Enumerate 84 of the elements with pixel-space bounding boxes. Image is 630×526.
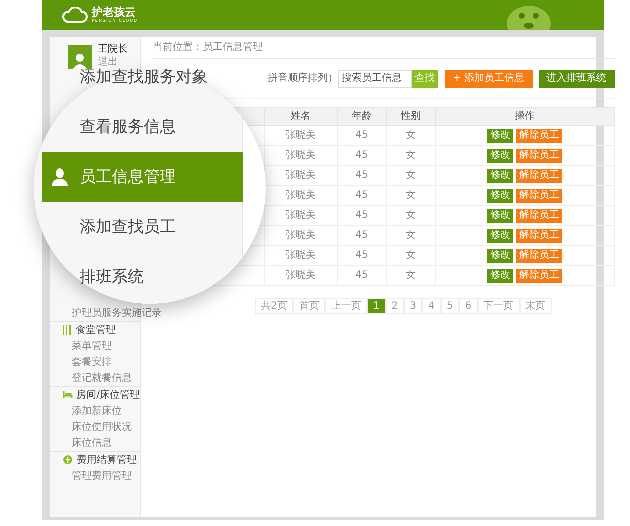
sidebar-item[interactable]: 菜单管理 [72,338,112,354]
edit-button[interactable]: 修改 [487,268,514,282]
sidebar-item[interactable]: 管理费用管理 [72,468,132,484]
sidebar-item[interactable]: 登记就餐信息 [72,370,132,386]
table-cell: 张晓美 [264,246,338,266]
table-cell: 张晓美 [264,126,338,146]
page-button[interactable]: 下一页 [478,298,520,314]
table-cell: 张晓美 [264,226,338,246]
sidebar-menu-item[interactable]: 添加查找服务对象 [42,66,208,88]
table-cell: 45 [337,146,386,166]
page-button[interactable]: 上一页 [325,298,368,314]
search-button[interactable]: 查找 [412,70,438,88]
table-cell: 45 [337,226,386,246]
action-button[interactable]: + 添加员工信息 [445,70,533,88]
edit-button[interactable]: 修改 [487,248,514,262]
sidebar-item[interactable]: 添加新床位 [72,404,122,418]
avatar-icon [68,44,92,68]
table-cell: 45 [337,266,386,286]
edit-button[interactable]: 修改 [487,208,514,222]
sidebar-item[interactable]: 床位使用状况 [72,420,132,434]
utensils-icon [63,325,72,335]
page-button[interactable]: 5 [440,298,460,314]
table-cell: 45 [337,206,386,226]
column-header: 操作 [436,108,614,126]
column-header: 性别 [386,108,436,126]
column-header: 姓名 [264,108,338,126]
page-title: 拼音顺序排列） [268,72,338,86]
sidebar-item[interactable]: 床位信息 [72,436,112,450]
page-button[interactable]: 首页 [293,298,326,314]
person-icon [52,168,68,186]
page-button[interactable]: 1 [367,298,386,314]
table-cell: 女 [386,266,436,286]
page-button[interactable]: 6 [459,298,478,314]
page-button[interactable]: 3 [404,298,422,314]
table-cell: 45 [337,186,386,206]
table-cell: 女 [386,146,436,166]
coin-icon [63,455,73,465]
table-cell: 女 [386,166,436,186]
page-button[interactable]: 2 [386,298,404,314]
table-cell: 女 [386,226,436,246]
remove-button[interactable]: 解除员工 [516,128,562,142]
logout-link[interactable]: 退出 [98,56,128,69]
edit-button[interactable]: 修改 [487,148,514,162]
page-button[interactable]: 4 [422,298,441,314]
table-cell: 女 [386,246,436,266]
cloud-logo-icon [62,7,88,23]
sidebar-section-title[interactable]: 房间/床位管理 [76,388,140,402]
sidebar-item[interactable]: 套餐安排 [72,354,112,370]
breadcrumb: 当前位置：员工信息管理 [153,37,615,59]
sidebar-section-title[interactable]: 费用结算管理 [77,452,137,468]
remove-button[interactable]: 解除员工 [516,168,562,182]
sidebar-menu-item[interactable]: 排班系统 [42,266,144,288]
bed-icon [63,391,73,399]
table-cell: 45 [337,246,386,266]
sidebar-menu-item[interactable]: 添加查找员工 [42,216,176,238]
remove-button[interactable]: 解除员工 [516,228,562,242]
remove-button[interactable]: 解除员工 [516,208,562,222]
table-cell: 张晓美 [264,206,338,226]
remove-button[interactable]: 解除员工 [516,268,562,282]
edit-button[interactable]: 修改 [487,228,514,242]
table-cell: 张晓美 [264,146,338,166]
edit-button[interactable]: 修改 [487,128,514,142]
sidebar-section-title[interactable]: 食堂管理 [76,322,116,338]
remove-button[interactable]: 解除员工 [516,148,562,162]
table-cell: 45 [337,166,386,186]
remove-button[interactable]: 解除员工 [516,248,562,262]
search-field[interactable]: 搜索员工信息 [338,70,412,88]
table-cell: 45 [337,126,386,146]
table-cell: 张晓美 [264,266,338,286]
table-cell: 女 [386,206,436,226]
action-button[interactable]: 进入排班系统 [538,70,615,88]
sidebar-menu-item[interactable]: 员工信息管理 [42,152,243,202]
logo-title: 护老孩云 [92,7,137,18]
remove-button[interactable]: 解除员工 [516,188,562,202]
table-cell: 女 [386,126,436,146]
column-header: 年龄 [337,108,386,126]
sidebar-menu-item[interactable]: 查看服务信息 [42,116,176,138]
edit-button[interactable]: 修改 [487,188,514,202]
user-name: 王院长 [98,44,128,56]
page-button[interactable]: 共2页 [254,298,294,314]
table-cell: 女 [386,186,436,206]
sidebar-item[interactable]: 护理员服务实施记录 [72,306,162,320]
page-button[interactable]: 末页 [520,298,552,314]
edit-button[interactable]: 修改 [487,168,514,182]
